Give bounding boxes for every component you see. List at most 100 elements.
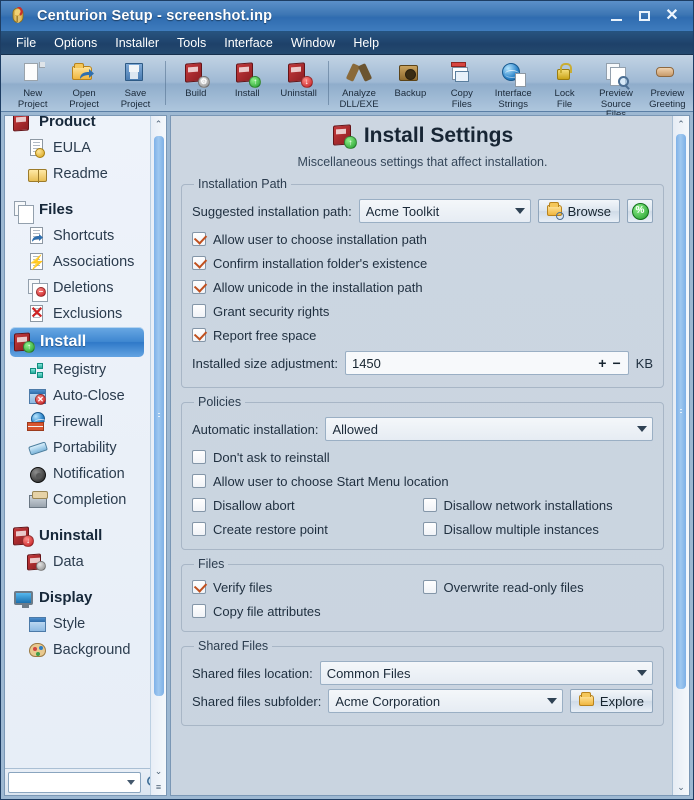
- toolbar-new-project[interactable]: New Project: [7, 59, 58, 110]
- chevron-down-icon[interactable]: [127, 779, 135, 785]
- sidebar-scroll-track[interactable]: [151, 132, 167, 763]
- menu-installer[interactable]: Installer: [106, 34, 168, 53]
- close-button[interactable]: ✕: [659, 5, 685, 27]
- toolbar-open-project[interactable]: Open Project: [58, 59, 109, 110]
- toolbar-save-project[interactable]: Save Project: [110, 59, 161, 110]
- sidebar-item-background[interactable]: Background: [5, 637, 150, 663]
- sidebar-resize-grip[interactable]: ≡: [151, 779, 167, 795]
- toolbar-lock-file[interactable]: Lock File: [539, 59, 590, 110]
- chevron-up-icon[interactable]: ⌃: [151, 116, 167, 132]
- shared-subfolder-combo[interactable]: Acme Corporation: [328, 689, 563, 713]
- chevron-up-icon[interactable]: ⌃: [673, 116, 689, 132]
- toolbar-interface-strings[interactable]: Interface Strings: [487, 59, 538, 110]
- sidebar-item-completion[interactable]: Completion: [5, 487, 150, 513]
- sidebar-item-readme[interactable]: Readme: [5, 161, 150, 187]
- disallow-abort-checkbox[interactable]: [192, 498, 206, 512]
- sidebar-item-style[interactable]: Style: [5, 611, 150, 637]
- sidebar-item-registry[interactable]: Registry: [5, 357, 150, 383]
- toolbar-install[interactable]: ↑ Install: [222, 59, 273, 100]
- suggested-path-combo[interactable]: Acme Toolkit: [358, 199, 531, 223]
- menu-help[interactable]: Help: [344, 34, 388, 53]
- sidebar-item-exclusions[interactable]: ✕ Exclusions: [5, 301, 150, 327]
- sidebar-item-notification[interactable]: Notification: [5, 461, 150, 487]
- sidebar-item-shortcuts[interactable]: Shortcuts: [5, 223, 150, 249]
- allow-unicode-path-checkbox[interactable]: [192, 280, 206, 294]
- chevron-down-icon[interactable]: ⌄: [673, 779, 689, 795]
- grant-security-rights-checkbox[interactable]: [192, 304, 206, 318]
- sidebar-item-product[interactable]: Product: [5, 116, 150, 135]
- sidebar-item-display[interactable]: Display: [5, 584, 150, 611]
- sidebar-item-uninstall[interactable]: ↓ Uninstall: [5, 522, 150, 549]
- automatic-installation-combo[interactable]: Allowed: [325, 417, 653, 441]
- sidebar-scroll-thumb[interactable]: [153, 136, 164, 696]
- panel-scroll-thumb[interactable]: [676, 134, 686, 689]
- toolbar-analyze[interactable]: Analyze DLL/EXE: [333, 59, 384, 110]
- toolbar-preview-greeting[interactable]: Preview Greeting: [642, 59, 693, 110]
- checkbox-row[interactable]: Report free space: [192, 323, 653, 347]
- toolbar-backup[interactable]: Backup: [385, 59, 436, 100]
- checkbox-row[interactable]: Confirm installation folder's existence: [192, 251, 653, 275]
- shared-location-combo[interactable]: Common Files: [319, 661, 653, 685]
- menu-interface[interactable]: Interface: [215, 34, 282, 53]
- sidebar-item-auto-close[interactable]: ✕ Auto-Close: [5, 383, 150, 409]
- maximize-button[interactable]: [631, 5, 657, 27]
- chevron-down-icon[interactable]: [544, 690, 560, 712]
- installed-size-stepper[interactable]: 1450 + −: [344, 351, 629, 375]
- disallow-multiple-instances-checkbox[interactable]: [422, 522, 437, 536]
- decrement-button[interactable]: −: [609, 355, 623, 371]
- percent-button[interactable]: %: [627, 199, 653, 223]
- chevron-down-icon[interactable]: [512, 200, 528, 222]
- sidebar-scrollbar[interactable]: ⌃ ⌄ ≡: [150, 116, 166, 795]
- menu-window[interactable]: Window: [282, 34, 344, 53]
- increment-button[interactable]: +: [595, 355, 609, 371]
- sidebar-item-data[interactable]: Data: [5, 549, 150, 575]
- checkbox-row[interactable]: Disallow abort: [192, 493, 423, 517]
- checkbox-row[interactable]: Don't ask to reinstall: [192, 445, 653, 469]
- sidebar-item-portability[interactable]: Portability: [5, 435, 150, 461]
- sidebar-item-install[interactable]: ↑ Install: [10, 327, 144, 357]
- toolbar-uninstall[interactable]: ↓ Uninstall: [273, 59, 324, 100]
- checkbox-row[interactable]: Create restore point: [192, 517, 423, 541]
- allow-choose-path-checkbox[interactable]: [192, 232, 206, 246]
- toolbar-build[interactable]: ⚙ Build: [170, 59, 221, 100]
- sidebar-item-deletions[interactable]: – Deletions: [5, 275, 150, 302]
- panel-scrollbar[interactable]: ⌃ ⌄: [672, 116, 689, 795]
- preview-source-icon: [603, 61, 629, 87]
- menu-options[interactable]: Options: [45, 34, 106, 53]
- chevron-down-icon[interactable]: [634, 662, 650, 684]
- search-combo[interactable]: [8, 771, 141, 793]
- sidebar-item-files[interactable]: Files: [5, 196, 150, 224]
- overwrite-readonly-files-checkbox[interactable]: [422, 580, 437, 594]
- dont-ask-reinstall-checkbox[interactable]: [192, 450, 206, 464]
- sidebar-item-associations[interactable]: ⚡ Associations: [5, 249, 150, 275]
- create-restore-point-checkbox[interactable]: [192, 522, 206, 536]
- checkbox-row[interactable]: Overwrite read-only files: [422, 575, 654, 599]
- checkbox-row[interactable]: Allow user to choose installation path: [192, 227, 653, 251]
- disallow-network-installations-checkbox[interactable]: [422, 498, 437, 512]
- search-input[interactable]: [14, 774, 127, 790]
- panel-scroll-track[interactable]: [673, 132, 689, 779]
- allow-start-menu-location-checkbox[interactable]: [192, 474, 206, 488]
- menu-tools[interactable]: Tools: [168, 34, 215, 53]
- menu-file[interactable]: File: [7, 34, 45, 53]
- checkbox-row[interactable]: Grant security rights: [192, 299, 653, 323]
- browse-button[interactable]: Browse: [537, 199, 620, 223]
- report-free-space-checkbox[interactable]: [192, 328, 206, 342]
- copy-file-attributes-checkbox[interactable]: [192, 604, 206, 618]
- sidebar-item-eula[interactable]: EULA: [5, 135, 150, 161]
- minimize-button[interactable]: [603, 5, 629, 27]
- verify-files-checkbox[interactable]: [192, 580, 206, 594]
- toolbar-copy-files[interactable]: Copy Files: [436, 59, 487, 110]
- confirm-folder-existence-checkbox[interactable]: [192, 256, 206, 270]
- chevron-down-icon[interactable]: [634, 418, 650, 440]
- chevron-down-icon[interactable]: ⌄: [151, 763, 167, 779]
- sidebar-item-firewall[interactable]: Firewall: [5, 409, 150, 435]
- checkbox-row[interactable]: Disallow network installations: [422, 493, 654, 517]
- checkbox-row[interactable]: Verify files: [192, 575, 423, 599]
- toolbar-preview-source-files[interactable]: Preview Source Files: [590, 59, 641, 121]
- checkbox-row[interactable]: Disallow multiple instances: [422, 517, 654, 541]
- checkbox-row[interactable]: Allow unicode in the installation path: [192, 275, 653, 299]
- checkbox-row[interactable]: Copy file attributes: [192, 599, 423, 623]
- explore-button[interactable]: Explore: [569, 689, 653, 713]
- checkbox-row[interactable]: Allow user to choose Start Menu location: [192, 469, 653, 493]
